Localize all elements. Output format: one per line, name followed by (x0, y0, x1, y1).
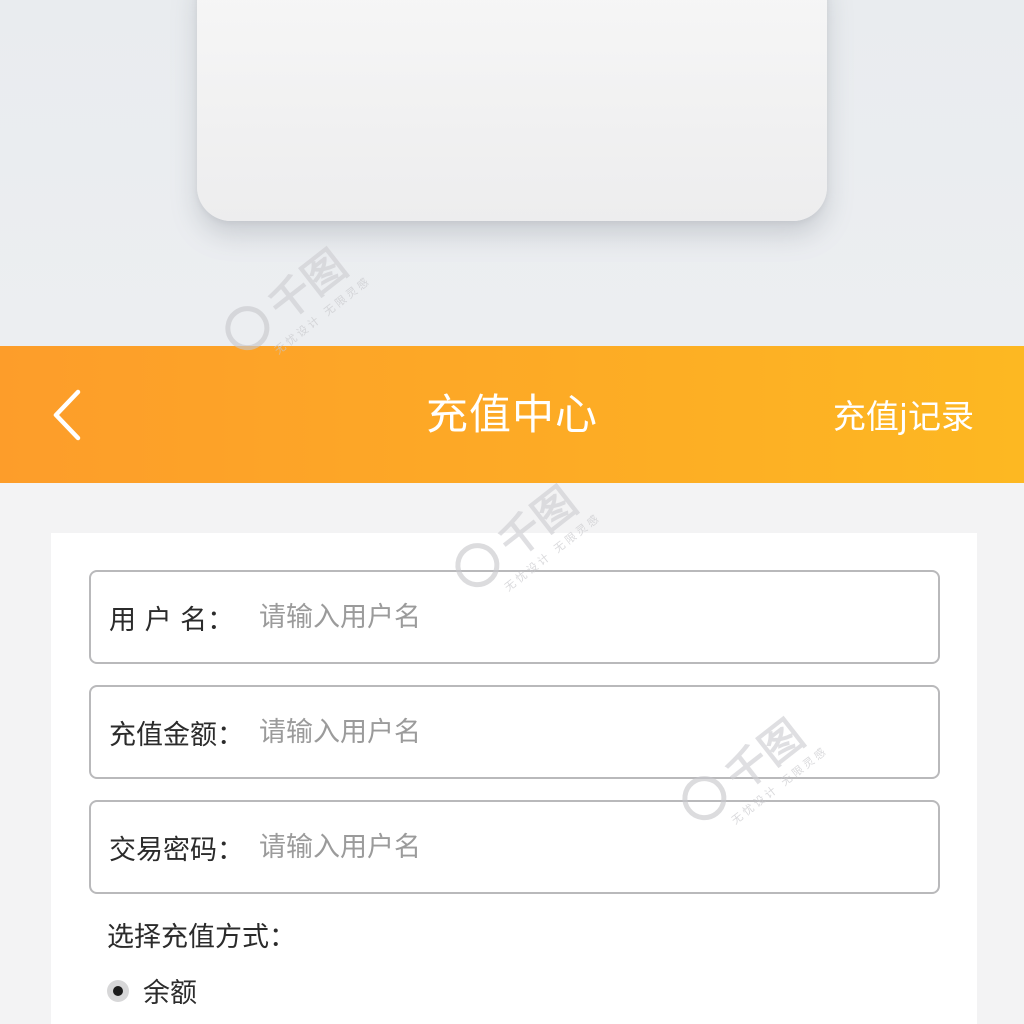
chevron-left-icon (53, 389, 81, 441)
recharge-screen: 充值中心 充值j记录 用 户 名： 充值金额： 交易密码： 选择充值方式： 余额 (0, 0, 1024, 1024)
back-button[interactable] (40, 384, 100, 444)
amount-label: 充值金额： (109, 719, 244, 751)
username-field: 用 户 名： (89, 570, 940, 664)
trade-password-input[interactable] (241, 817, 938, 877)
username-label: 用 户 名： (109, 604, 235, 636)
amount-input[interactable] (241, 702, 938, 762)
trade-password-label: 交易密码： (109, 834, 244, 866)
preview-area (0, 0, 1024, 346)
recharge-records-link[interactable]: 充值j记录 (833, 346, 974, 483)
username-input[interactable] (241, 587, 938, 647)
body-area: 用 户 名： 充值金额： 交易密码： 选择充值方式： 余额 (0, 483, 1024, 1024)
header-bar: 充值中心 充值j记录 (0, 346, 1024, 483)
payment-option-label: 余额 (143, 978, 197, 1009)
payment-method-title: 选择充值方式： (107, 922, 296, 953)
radio-selected-icon[interactable] (107, 979, 129, 1002)
payment-option-balance[interactable]: 余额 (107, 971, 197, 1010)
trade-password-field: 交易密码： (89, 800, 940, 894)
form-card: 用 户 名： 充值金额： 交易密码： 选择充值方式： 余额 (51, 533, 977, 1024)
preview-card (197, 0, 827, 221)
amount-field: 充值金额： (89, 685, 940, 779)
